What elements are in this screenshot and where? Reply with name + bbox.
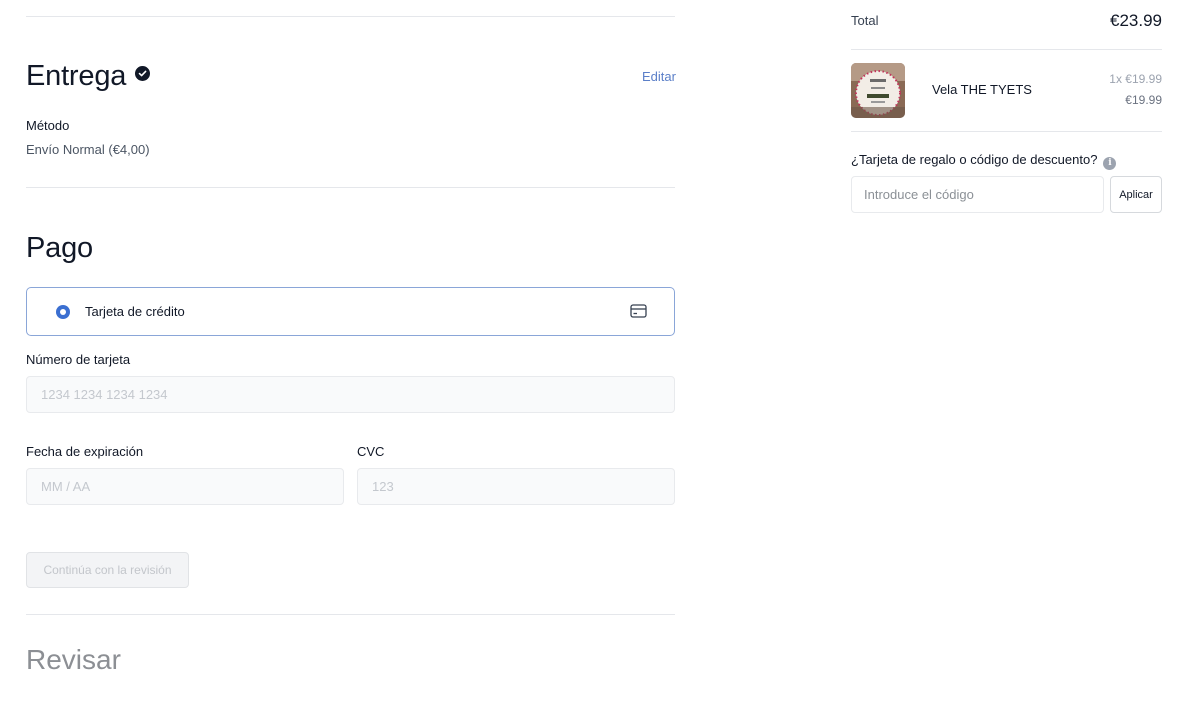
total-value: €23.99 (1110, 11, 1162, 30)
discount-code-input[interactable] (851, 176, 1104, 213)
gift-code-label-row: ¿Tarjeta de regalo o código de descuento… (851, 152, 1117, 170)
delivery-section-title: Entrega (26, 60, 151, 93)
product-thumbnail (851, 63, 905, 118)
product-line-price: €19.99 (1125, 93, 1162, 107)
edit-delivery-link[interactable]: Editar (642, 69, 676, 84)
radio-selected-icon[interactable] (56, 305, 70, 319)
summary-divider-top (851, 49, 1162, 50)
product-name: Vela THE TYETS (932, 82, 1032, 97)
delivery-method-value: Envío Normal (€4,00) (26, 142, 150, 157)
summary-divider-bottom (851, 131, 1162, 132)
credit-card-option-label: Tarjeta de crédito (85, 304, 185, 319)
continue-review-button[interactable]: Continúa con la revisión (26, 552, 189, 588)
card-number-input[interactable] (26, 376, 675, 413)
apply-code-button[interactable]: Aplicar (1110, 176, 1162, 213)
card-number-label: Número de tarjeta (26, 352, 131, 367)
payment-divider (26, 614, 675, 615)
credit-card-option[interactable]: Tarjeta de crédito (26, 287, 675, 336)
review-title: Revisar (26, 644, 121, 675)
info-icon[interactable]: i (1103, 157, 1117, 170)
total-label: Total (851, 13, 879, 28)
payment-title: Pago (26, 232, 93, 264)
product-quantity-price: 1x €19.99 (1109, 72, 1162, 86)
delivery-title: Entrega (26, 60, 127, 92)
expiry-label: Fecha de expiración (26, 444, 144, 459)
cvc-label: CVC (357, 444, 385, 459)
delivery-divider (26, 187, 675, 188)
expiry-input[interactable] (26, 468, 344, 505)
gift-code-label: ¿Tarjeta de regalo o código de descuento… (851, 152, 1098, 167)
cvc-input[interactable] (357, 468, 675, 505)
credit-card-icon (630, 304, 647, 323)
check-circle-icon (135, 65, 151, 81)
delivery-method-label: Método (26, 118, 70, 133)
top-divider (26, 16, 675, 17)
